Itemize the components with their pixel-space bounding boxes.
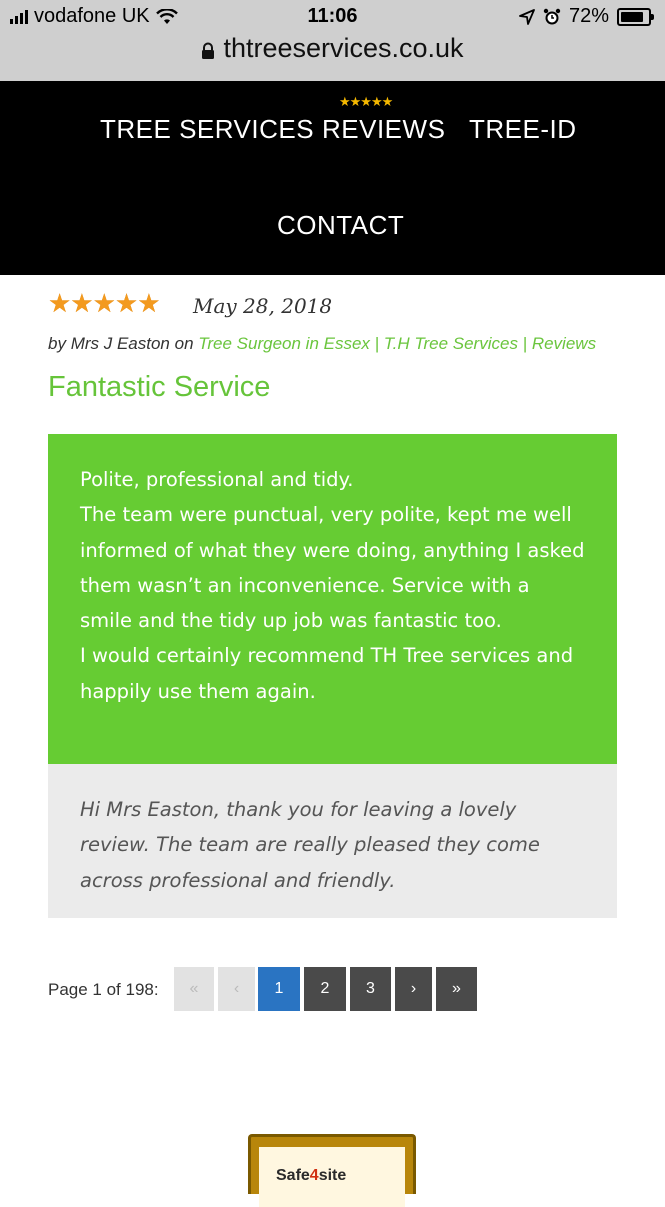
badge-text-a: Safe [276, 1167, 310, 1184]
review-byline: by Mrs J Easton on Tree Surgeon in Essex… [48, 334, 596, 354]
url-text: thtreeservices.co.uk [223, 33, 464, 63]
reviews-stars-icon: ★★★★★ [339, 94, 393, 109]
status-right-group: 72% [519, 5, 654, 28]
rating-stars: ★★★★★ [48, 289, 161, 319]
nav-contact[interactable]: CONTACT [277, 210, 404, 241]
review-title: Fantastic Service [48, 371, 271, 403]
badge-text: Safe4site [276, 1167, 346, 1185]
review-date: May 28, 2018 [193, 294, 333, 318]
link-th-tree-services[interactable]: T.H Tree Services [384, 334, 518, 353]
site-navigation: ★★★★★ TREE SERVICES REVIEWS TREE-ID CONT… [0, 81, 665, 275]
review-body: Polite, professional and tidy. The team … [48, 434, 617, 764]
battery-percent: 72% [568, 5, 609, 27]
browser-chrome: vodafone UK 11:06 72% thtreeservices.co.… [0, 0, 665, 81]
alarm-icon [543, 8, 561, 24]
nav-tree-id[interactable]: TREE-ID [469, 114, 577, 145]
review-author: Mrs J Easton [70, 334, 170, 353]
byline-prefix: by [48, 334, 71, 353]
link-tree-surgeon-essex[interactable]: Tree Surgeon in Essex [198, 334, 370, 353]
page-info: Page 1 of 198: [48, 980, 159, 999]
page-button-1[interactable]: 1 [258, 967, 300, 1011]
badge-text-c: site [318, 1167, 347, 1184]
link-reviews[interactable]: Reviews [532, 334, 596, 353]
location-arrow-icon [519, 8, 535, 25]
battery-icon [617, 7, 654, 26]
badge-text-b: 4 [309, 1167, 319, 1184]
owner-reply: Hi Mrs Easton, thank you for leaving a l… [48, 764, 617, 918]
address-bar[interactable]: thtreeservices.co.uk [0, 33, 665, 64]
byline-on: on [169, 334, 199, 353]
prev-page-button[interactable]: ‹ [218, 967, 255, 1011]
next-page-button[interactable]: › [395, 967, 432, 1011]
lock-icon [202, 42, 215, 59]
nav-tree-services[interactable]: TREE SERVICES [100, 114, 314, 145]
last-page-button[interactable]: » [436, 967, 477, 1011]
review-line: I would certainly recommend TH Tree serv… [80, 644, 574, 703]
first-page-button[interactable]: « [174, 967, 214, 1011]
review-line: Polite, professional and tidy. [80, 468, 354, 491]
nav-reviews[interactable]: REVIEWS [322, 114, 445, 145]
page-button-2[interactable]: 2 [304, 967, 346, 1011]
link-separator-2: | [517, 334, 532, 353]
review-line: The team were punctual, very polite, kep… [80, 503, 585, 633]
safe4site-badge[interactable] [248, 1134, 416, 1207]
status-bar: vodafone UK 11:06 72% [0, 0, 665, 34]
page-button-3[interactable]: 3 [350, 967, 391, 1011]
link-separator-1: | [369, 334, 384, 353]
